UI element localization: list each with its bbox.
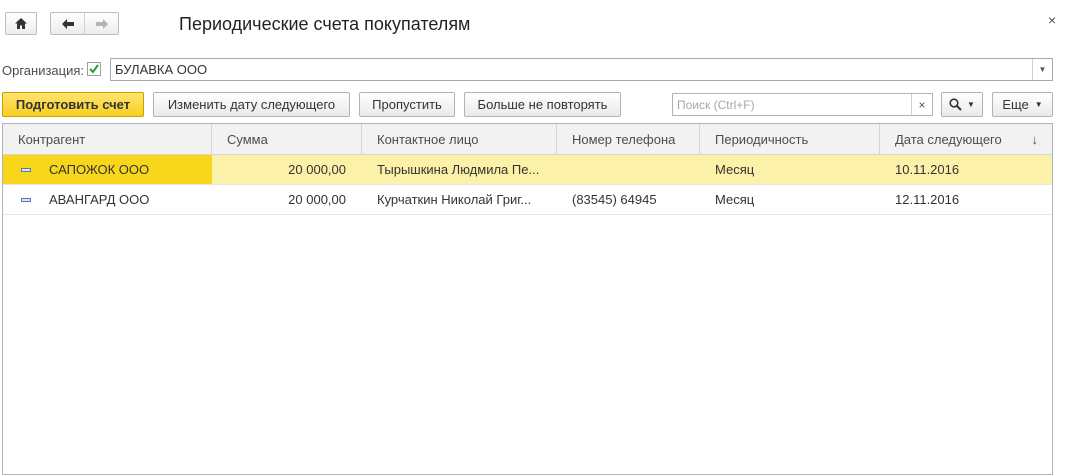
clear-search-icon[interactable]: × bbox=[911, 94, 932, 115]
table-row[interactable]: АВАНГАРД ООО 20 000,00 Курчаткин Николай… bbox=[3, 185, 1052, 215]
home-icon bbox=[15, 18, 27, 29]
arrow-left-icon bbox=[61, 18, 74, 29]
column-header-periodicity[interactable]: Периодичность bbox=[700, 124, 880, 154]
table-row[interactable]: САПОЖОК ООО 20 000,00 Тырышкина Людмила … bbox=[3, 155, 1052, 185]
cell-periodicity: Месяц bbox=[715, 192, 755, 207]
chevron-down-icon: ▼ bbox=[1034, 100, 1043, 109]
page-title: Периодические счета покупателям bbox=[179, 14, 471, 34]
cell-periodicity: Месяц bbox=[715, 162, 755, 177]
search-options-button[interactable]: ▼ bbox=[941, 92, 983, 117]
checkmark-icon bbox=[89, 64, 99, 74]
history-nav bbox=[50, 12, 119, 35]
organization-field[interactable]: БУЛАВКА ООО ▼ bbox=[110, 58, 1053, 81]
table-header: Контрагент Сумма Контактное лицо Номер т… bbox=[3, 124, 1052, 155]
column-header-amount[interactable]: Сумма bbox=[212, 124, 362, 154]
chevron-down-icon: ▼ bbox=[1038, 65, 1047, 74]
counterparty-name: САПОЖОК ООО bbox=[49, 162, 150, 177]
arrow-right-icon bbox=[95, 18, 108, 29]
search-icon bbox=[949, 98, 962, 111]
forward-button[interactable] bbox=[84, 13, 118, 34]
organization-dropdown-button[interactable]: ▼ bbox=[1032, 59, 1052, 80]
more-button[interactable]: Еще ▼ bbox=[992, 92, 1053, 117]
cell-contact: Тырышкина Людмила Пе... bbox=[377, 162, 540, 177]
cell-phone bbox=[557, 155, 700, 184]
prepare-invoice-button[interactable]: Подготовить счет bbox=[2, 92, 144, 117]
document-icon bbox=[21, 197, 31, 202]
cell-amount: 20 000,00 bbox=[288, 192, 346, 207]
organization-label: Организация: bbox=[2, 63, 85, 78]
back-button[interactable] bbox=[51, 13, 84, 34]
invoices-table: Контрагент Сумма Контактное лицо Номер т… bbox=[2, 123, 1053, 475]
chevron-down-icon: ▼ bbox=[967, 100, 975, 109]
document-icon bbox=[21, 167, 31, 172]
organization-checkbox[interactable] bbox=[87, 62, 101, 76]
column-header-next-date[interactable]: Дата следующего ↓ bbox=[880, 124, 1052, 154]
column-header-contact[interactable]: Контактное лицо bbox=[362, 124, 557, 154]
search-field[interactable]: Поиск (Ctrl+F) × bbox=[672, 93, 933, 116]
more-label: Еще bbox=[1002, 97, 1029, 112]
stop-repeating-button[interactable]: Больше не повторять bbox=[464, 92, 621, 117]
counterparty-name: АВАНГАРД ООО bbox=[49, 192, 150, 207]
cell-phone: (83545) 64945 bbox=[572, 192, 657, 207]
cell-counterparty: САПОЖОК ООО bbox=[3, 155, 212, 184]
cell-contact: Курчаткин Николай Григ... bbox=[377, 192, 532, 207]
search-input[interactable]: Поиск (Ctrl+F) bbox=[673, 98, 911, 112]
cell-next-date: 12.11.2016 bbox=[895, 192, 960, 207]
cell-counterparty: АВАНГАРД ООО bbox=[3, 185, 212, 214]
column-header-next-date-label: Дата следующего bbox=[895, 131, 1002, 147]
close-icon[interactable]: × bbox=[1048, 12, 1056, 28]
organization-value: БУЛАВКА ООО bbox=[115, 62, 208, 77]
home-button[interactable] bbox=[5, 12, 37, 35]
skip-button[interactable]: Пропустить bbox=[359, 92, 455, 117]
column-header-counterparty[interactable]: Контрагент bbox=[3, 124, 212, 154]
cell-next-date: 10.11.2016 bbox=[895, 162, 960, 177]
sort-descending-icon: ↓ bbox=[1031, 131, 1039, 147]
column-header-phone[interactable]: Номер телефона bbox=[557, 124, 700, 154]
cell-amount: 20 000,00 bbox=[288, 162, 346, 177]
change-next-date-button[interactable]: Изменить дату следующего bbox=[153, 92, 350, 117]
